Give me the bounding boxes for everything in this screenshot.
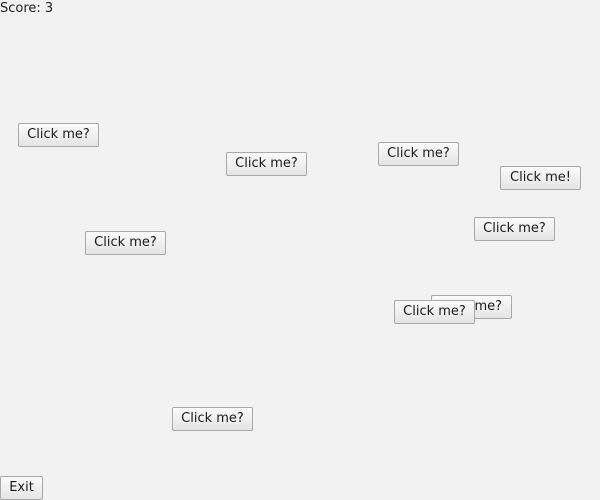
click-me-button[interactable]: Click me? bbox=[18, 123, 99, 147]
click-me-button[interactable]: Click me? bbox=[394, 300, 475, 324]
click-me-button[interactable]: Click me? bbox=[172, 407, 253, 431]
score-label: Score: 3 bbox=[0, 1, 54, 16]
exit-button[interactable]: Exit bbox=[0, 476, 43, 500]
click-me-button[interactable]: Click me? bbox=[226, 152, 307, 176]
click-me-target-button[interactable]: Click me! bbox=[500, 166, 581, 190]
click-me-button[interactable]: Click me? bbox=[378, 142, 459, 166]
click-me-button[interactable]: Click me? bbox=[85, 231, 166, 255]
click-me-button[interactable]: Click me? bbox=[474, 217, 555, 241]
